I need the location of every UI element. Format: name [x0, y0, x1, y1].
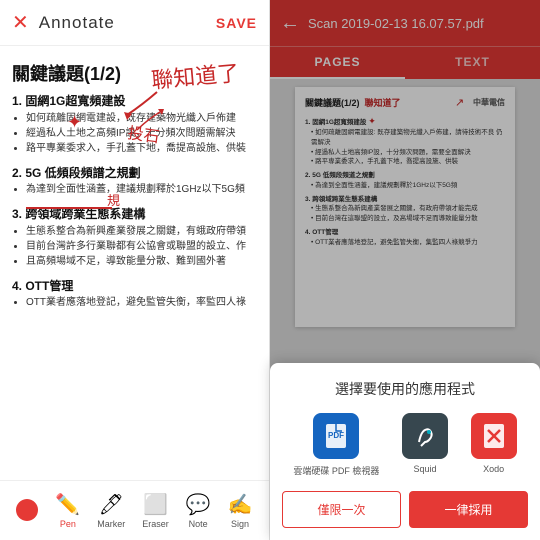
note-icon: 💬 — [186, 492, 211, 517]
sign-tool[interactable]: ✍ Sign — [222, 488, 259, 533]
save-button[interactable]: SAVE — [216, 15, 257, 31]
annotate-title: Annotate — [39, 13, 216, 33]
left-toolbar: ✏️ Pen 🖊 Marker ⬜ Eraser 💬 Note ✍ Sign — [0, 480, 269, 540]
preview-body: 1. 固網1G超寬頻建設 ✦ • 如何疏離固網電建設: 既存建築物光纖入戶佈建，… — [305, 115, 505, 248]
pdf-app-name: 雲端硬碟 PDF 檢視器 — [293, 464, 379, 477]
right-tabs: PAGES TEXT — [270, 46, 540, 79]
squid-app-name: Squid — [413, 464, 436, 474]
left-panel: ✕ Annotate SAVE 關鍵議題(1/2) 聯知道了 ✦ 投石 — [0, 0, 270, 540]
close-icon[interactable]: ✕ — [12, 10, 29, 35]
dialog-title: 選擇要使用的應用程式 — [282, 379, 528, 399]
app-option-squid[interactable]: Squid — [402, 413, 448, 477]
squid-app-icon — [402, 413, 448, 459]
eraser-label: Eraser — [142, 519, 169, 529]
right-header: ← Scan 2019-02-13 16.07.57.pdf — [270, 0, 540, 46]
doc-title: 關鍵議題(1/2) — [12, 60, 257, 86]
left-content: 關鍵議題(1/2) 聯知道了 ✦ 投石 規 — [0, 46, 269, 480]
xodo-app-name: Xodo — [483, 464, 504, 474]
bottom-dialog: 選擇要使用的應用程式 PDF 雲端硬碟 PDF 檢視器 Squid — [270, 363, 540, 540]
pen-tool-label: Pen — [60, 519, 76, 529]
sign-icon: ✍ — [228, 492, 253, 517]
file-title: Scan 2019-02-13 16.07.57.pdf — [308, 16, 530, 31]
left-header: ✕ Annotate SAVE — [0, 0, 269, 46]
svg-text:PDF: PDF — [328, 431, 344, 440]
doc-preview: 關鍵議題(1/2) 聯知道了 中華電信 ↗ 1. 固網1G超寬頻建設 ✦ • 如… — [295, 87, 515, 327]
once-button[interactable]: 僅限一次 — [282, 491, 401, 528]
marker-tool[interactable]: 🖊 Marker — [91, 488, 131, 533]
tab-text[interactable]: TEXT — [405, 47, 540, 79]
pen-color-dot — [16, 499, 38, 521]
pdf-app-icon: PDF — [313, 413, 359, 459]
tab-pages[interactable]: PAGES — [270, 47, 405, 79]
xodo-app-icon — [471, 413, 517, 459]
doc-body: 1. 固網1G超寬頻建設 如何疏離固網電建設，既存建築物光纖入戶佈建 經過私人土… — [12, 92, 257, 310]
always-button[interactable]: 一律採用 — [409, 491, 528, 528]
note-label: Note — [189, 519, 208, 529]
app-options: PDF 雲端硬碟 PDF 檢視器 Squid — [282, 413, 528, 477]
app-option-pdf[interactable]: PDF 雲端硬碟 PDF 檢視器 — [293, 413, 379, 477]
marker-icon: 🖊 — [99, 492, 124, 517]
back-button[interactable]: ← — [280, 12, 300, 35]
svg-text:↗: ↗ — [455, 97, 464, 109]
app-option-xodo[interactable]: Xodo — [471, 413, 517, 477]
dialog-buttons: 僅限一次 一律採用 — [282, 491, 528, 528]
marker-label: Marker — [97, 519, 125, 529]
pen-color-tool[interactable] — [10, 495, 44, 527]
eraser-icon: ⬜ — [143, 492, 168, 517]
sign-label: Sign — [231, 519, 249, 529]
note-tool[interactable]: 💬 Note — [180, 488, 217, 533]
pen-icon: ✏️ — [55, 492, 80, 517]
pen-tool[interactable]: ✏️ Pen — [49, 488, 86, 533]
eraser-tool[interactable]: ⬜ Eraser — [136, 488, 175, 533]
